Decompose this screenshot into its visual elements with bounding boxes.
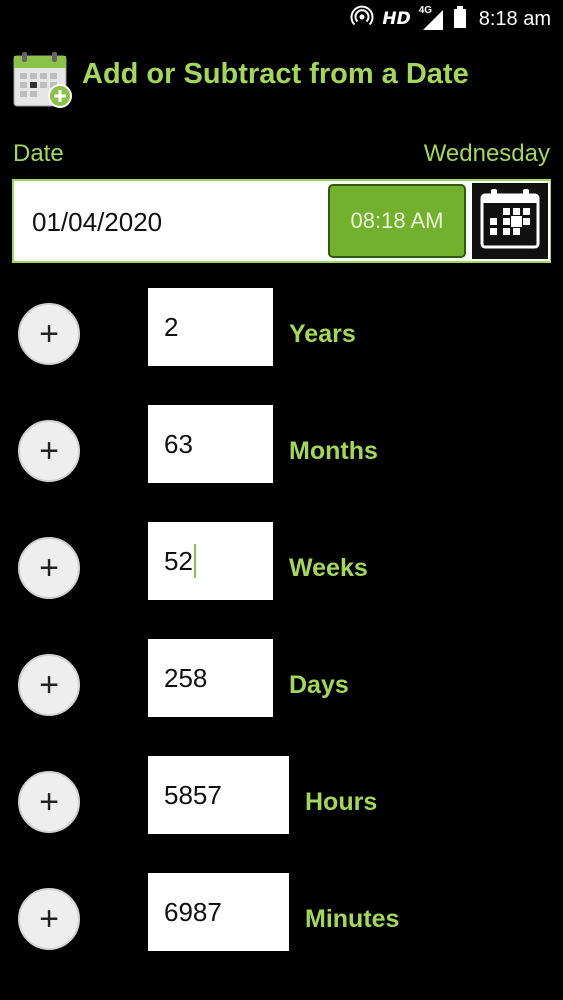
days-row: + 258 Days <box>0 639 563 719</box>
plus-icon: + <box>39 315 59 353</box>
hours-operator-button[interactable]: + <box>18 771 80 833</box>
hours-input[interactable]: 5857 <box>148 756 289 834</box>
minutes-row: + 6987 Minutes <box>0 873 563 953</box>
days-label: Days <box>289 671 349 699</box>
minutes-operator-button[interactable]: + <box>18 888 80 950</box>
plus-icon: + <box>39 666 59 704</box>
text-cursor <box>193 544 196 578</box>
battery-icon <box>453 5 467 34</box>
weeks-row: + 52 Weeks <box>0 522 563 602</box>
date-field[interactable]: 01/04/2020 <box>32 207 162 238</box>
calendar-add-icon <box>12 50 72 110</box>
days-input[interactable]: 258 <box>148 639 273 717</box>
weeks-input-value: 52 <box>164 545 193 576</box>
weeks-input[interactable]: 52 <box>148 522 273 600</box>
calendar-button[interactable] <box>470 181 550 261</box>
weeks-label: Weeks <box>289 554 368 582</box>
plus-icon: + <box>39 900 59 938</box>
months-operator-button[interactable]: + <box>18 420 80 482</box>
years-operator-button[interactable]: + <box>18 303 80 365</box>
hours-label: Hours <box>305 788 378 816</box>
months-row: + 63 Months <box>0 405 563 485</box>
months-input[interactable]: 63 <box>148 405 273 483</box>
days-operator-button[interactable]: + <box>18 654 80 716</box>
time-button[interactable]: 08:18 AM <box>328 184 466 258</box>
plus-icon: + <box>39 549 59 587</box>
app-header: Add or Subtract from a Date <box>12 50 552 110</box>
years-label: Years <box>289 320 356 348</box>
status-icons: HD 4G 8:18 am <box>350 5 551 34</box>
signal-icon: 4G <box>419 5 445 31</box>
weekday-label: Wednesday <box>423 140 550 167</box>
hotspot-icon <box>350 5 374 34</box>
plus-icon: + <box>39 783 59 821</box>
date-row: 01/04/2020 08:18 AM <box>12 179 551 263</box>
calendar-icon <box>476 185 544 258</box>
weeks-operator-button[interactable]: + <box>18 537 80 599</box>
months-label: Months <box>289 437 378 465</box>
years-row: + 2 Years <box>0 288 563 368</box>
plus-icon: + <box>39 432 59 470</box>
hours-row: + 5857 Hours <box>0 756 563 836</box>
hd-voice-indicator: HD <box>382 9 411 29</box>
status-bar: HD 4G 8:18 am <box>0 0 563 38</box>
minutes-input[interactable]: 6987 <box>148 873 289 951</box>
years-input[interactable]: 2 <box>148 288 273 366</box>
date-label: Date <box>13 140 64 167</box>
minutes-label: Minutes <box>305 905 400 933</box>
page-title: Add or Subtract from a Date <box>82 58 469 90</box>
clock: 8:18 am <box>478 7 551 30</box>
